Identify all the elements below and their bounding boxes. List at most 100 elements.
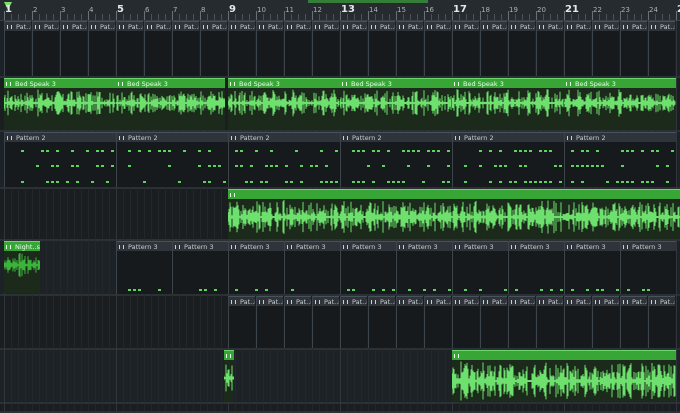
pattern-clip[interactable]: Pat..m 4 <box>480 296 507 348</box>
pattern-clip[interactable]: Pattern 2 <box>116 132 228 187</box>
clip-menu-icon[interactable] <box>63 25 68 29</box>
clip-header[interactable]: Pat..m 4 <box>621 296 647 306</box>
clip-header[interactable]: Bed Speak 3 <box>452 78 564 88</box>
pattern-clip[interactable]: Pat..m 1 <box>284 21 311 76</box>
clip-header[interactable]: Bed Speak 3 <box>340 78 452 88</box>
clip-header[interactable]: Pat..m 1 <box>341 21 367 31</box>
audio-clip[interactable]: Bed Speak 3 <box>452 78 564 130</box>
clip-menu-icon[interactable] <box>595 300 600 304</box>
clip-header[interactable]: Pattern 3 <box>453 241 508 251</box>
pattern-clip[interactable]: Pattern 3 <box>172 241 228 294</box>
pattern-clip[interactable]: Pattern 3 <box>452 241 508 294</box>
pattern-clip[interactable]: Pattern 3 <box>508 241 564 294</box>
clip-menu-icon[interactable] <box>119 245 124 249</box>
pattern-clip[interactable]: Pat..m 4 <box>508 296 535 348</box>
clip-header[interactable]: Pat..m 1 <box>397 21 423 31</box>
clip-header[interactable]: Pat..m 4 <box>649 296 675 306</box>
pattern-clip[interactable]: Pat..m 1 <box>88 21 115 76</box>
clip-header[interactable]: Pat..m 4 <box>257 296 283 306</box>
clip-menu-icon[interactable] <box>259 300 264 304</box>
clip-menu-icon[interactable] <box>118 82 123 86</box>
clip-menu-icon[interactable] <box>595 25 600 29</box>
clip-menu-icon[interactable] <box>342 82 347 86</box>
clip-menu-icon[interactable] <box>343 245 348 249</box>
clip-header[interactable]: Pat..m 4 <box>369 296 395 306</box>
pattern-clip[interactable]: Pat..m 1 <box>592 21 619 76</box>
clip-menu-icon[interactable] <box>539 25 544 29</box>
clip-menu-icon[interactable] <box>399 25 404 29</box>
pattern-clip[interactable]: Pattern 2 <box>340 132 452 187</box>
audio-clip[interactable]: Bed Speak 3 <box>228 78 340 130</box>
clip-menu-icon[interactable] <box>566 82 571 86</box>
clip-menu-icon[interactable] <box>623 25 628 29</box>
clip-header[interactable]: Pattern 2 <box>565 132 676 142</box>
clip-header[interactable] <box>452 350 676 360</box>
pattern-clip[interactable]: Pattern 3 <box>340 241 396 294</box>
clip-header[interactable]: Pat..m 1 <box>369 21 395 31</box>
pattern-clip[interactable]: Pattern 3 <box>116 241 172 294</box>
clip-header[interactable] <box>224 350 235 360</box>
clip-menu-icon[interactable] <box>287 25 292 29</box>
clip-menu-icon[interactable] <box>6 82 11 86</box>
pattern-clip[interactable]: Pat..m 1 <box>116 21 143 76</box>
clip-menu-icon[interactable] <box>231 300 236 304</box>
audio-clip[interactable] <box>224 350 235 402</box>
pattern-clip[interactable]: Pat..m 1 <box>620 21 647 76</box>
clip-menu-icon[interactable] <box>483 25 488 29</box>
pattern-clip[interactable]: Pattern 2 <box>4 132 116 187</box>
clip-header[interactable]: Pat..m 4 <box>453 296 479 306</box>
pattern-clip[interactable]: Pattern 2 <box>452 132 564 187</box>
clip-header[interactable]: Pat..m 4 <box>313 296 339 306</box>
clip-header[interactable]: Pat..m 4 <box>481 296 507 306</box>
pattern-clip[interactable]: Pat..m 4 <box>368 296 395 348</box>
pattern-clip[interactable]: Pat..m 1 <box>256 21 283 76</box>
clip-menu-icon[interactable] <box>483 300 488 304</box>
pattern-clip[interactable]: Pat..m 4 <box>312 296 339 348</box>
clip-header[interactable]: Pat..m 4 <box>537 296 563 306</box>
clip-header[interactable]: Pattern 3 <box>509 241 564 251</box>
clip-menu-icon[interactable] <box>455 300 460 304</box>
clip-menu-icon[interactable] <box>567 300 572 304</box>
pattern-clip[interactable]: Pat..m 1 <box>536 21 563 76</box>
clip-header[interactable]: Pat..m 1 <box>565 21 591 31</box>
clip-header[interactable]: Pat..m 1 <box>509 21 535 31</box>
pattern-clip[interactable]: Pat..m 1 <box>480 21 507 76</box>
clip-header[interactable]: Pat..m 1 <box>5 21 31 31</box>
clip-menu-icon[interactable] <box>455 136 460 140</box>
pattern-clip[interactable]: Pat..m 4 <box>228 296 255 348</box>
clip-header[interactable]: Pat..m 1 <box>89 21 115 31</box>
clip-header[interactable]: Pat..m 1 <box>257 21 283 31</box>
playlist-area[interactable]: Pat..m 1 Pat..m 1 Pat..m 1 Pat..m 1 Pat..m 1… <box>0 21 680 413</box>
clip-menu-icon[interactable] <box>91 25 96 29</box>
clip-menu-icon[interactable] <box>7 136 12 140</box>
clip-menu-icon[interactable] <box>231 245 236 249</box>
pattern-clip[interactable]: Pat..m 1 <box>396 21 423 76</box>
clip-header[interactable]: Pattern 3 <box>397 241 452 251</box>
clip-header[interactable]: Pat..m 4 <box>397 296 423 306</box>
clip-menu-icon[interactable] <box>231 136 236 140</box>
clip-menu-icon[interactable] <box>226 354 232 358</box>
pattern-clip[interactable]: Pat..m 1 <box>648 21 675 76</box>
clip-header[interactable]: Pat..m 1 <box>145 21 171 31</box>
clip-header[interactable]: Pat..m 4 <box>565 296 591 306</box>
clip-header[interactable]: Pattern 2 <box>5 132 116 142</box>
clip-header[interactable]: Pat..m 4 <box>593 296 619 306</box>
clip-header[interactable]: Pattern 3 <box>173 241 228 251</box>
clip-menu-icon[interactable] <box>343 25 348 29</box>
clip-header[interactable]: Pattern 3 <box>285 241 340 251</box>
clip-menu-icon[interactable] <box>427 25 432 29</box>
clip-menu-icon[interactable] <box>623 300 628 304</box>
audio-clip[interactable]: Bed Speak 3 <box>4 78 116 130</box>
audio-clip[interactable] <box>452 350 676 402</box>
clip-header[interactable]: Pat..m 4 <box>509 296 535 306</box>
pattern-clip[interactable]: Pat..m 4 <box>592 296 619 348</box>
scroll-indicator[interactable] <box>308 0 428 3</box>
clip-menu-icon[interactable] <box>287 245 292 249</box>
pattern-clip[interactable]: Pat..m 1 <box>312 21 339 76</box>
clip-menu-icon[interactable] <box>259 25 264 29</box>
clip-header[interactable]: Pat..m 1 <box>593 21 619 31</box>
clip-menu-icon[interactable] <box>399 245 404 249</box>
clip-header[interactable]: Pat..m 1 <box>61 21 87 31</box>
pattern-clip[interactable]: Pat..m 1 <box>200 21 227 76</box>
clip-menu-icon[interactable] <box>454 354 459 358</box>
